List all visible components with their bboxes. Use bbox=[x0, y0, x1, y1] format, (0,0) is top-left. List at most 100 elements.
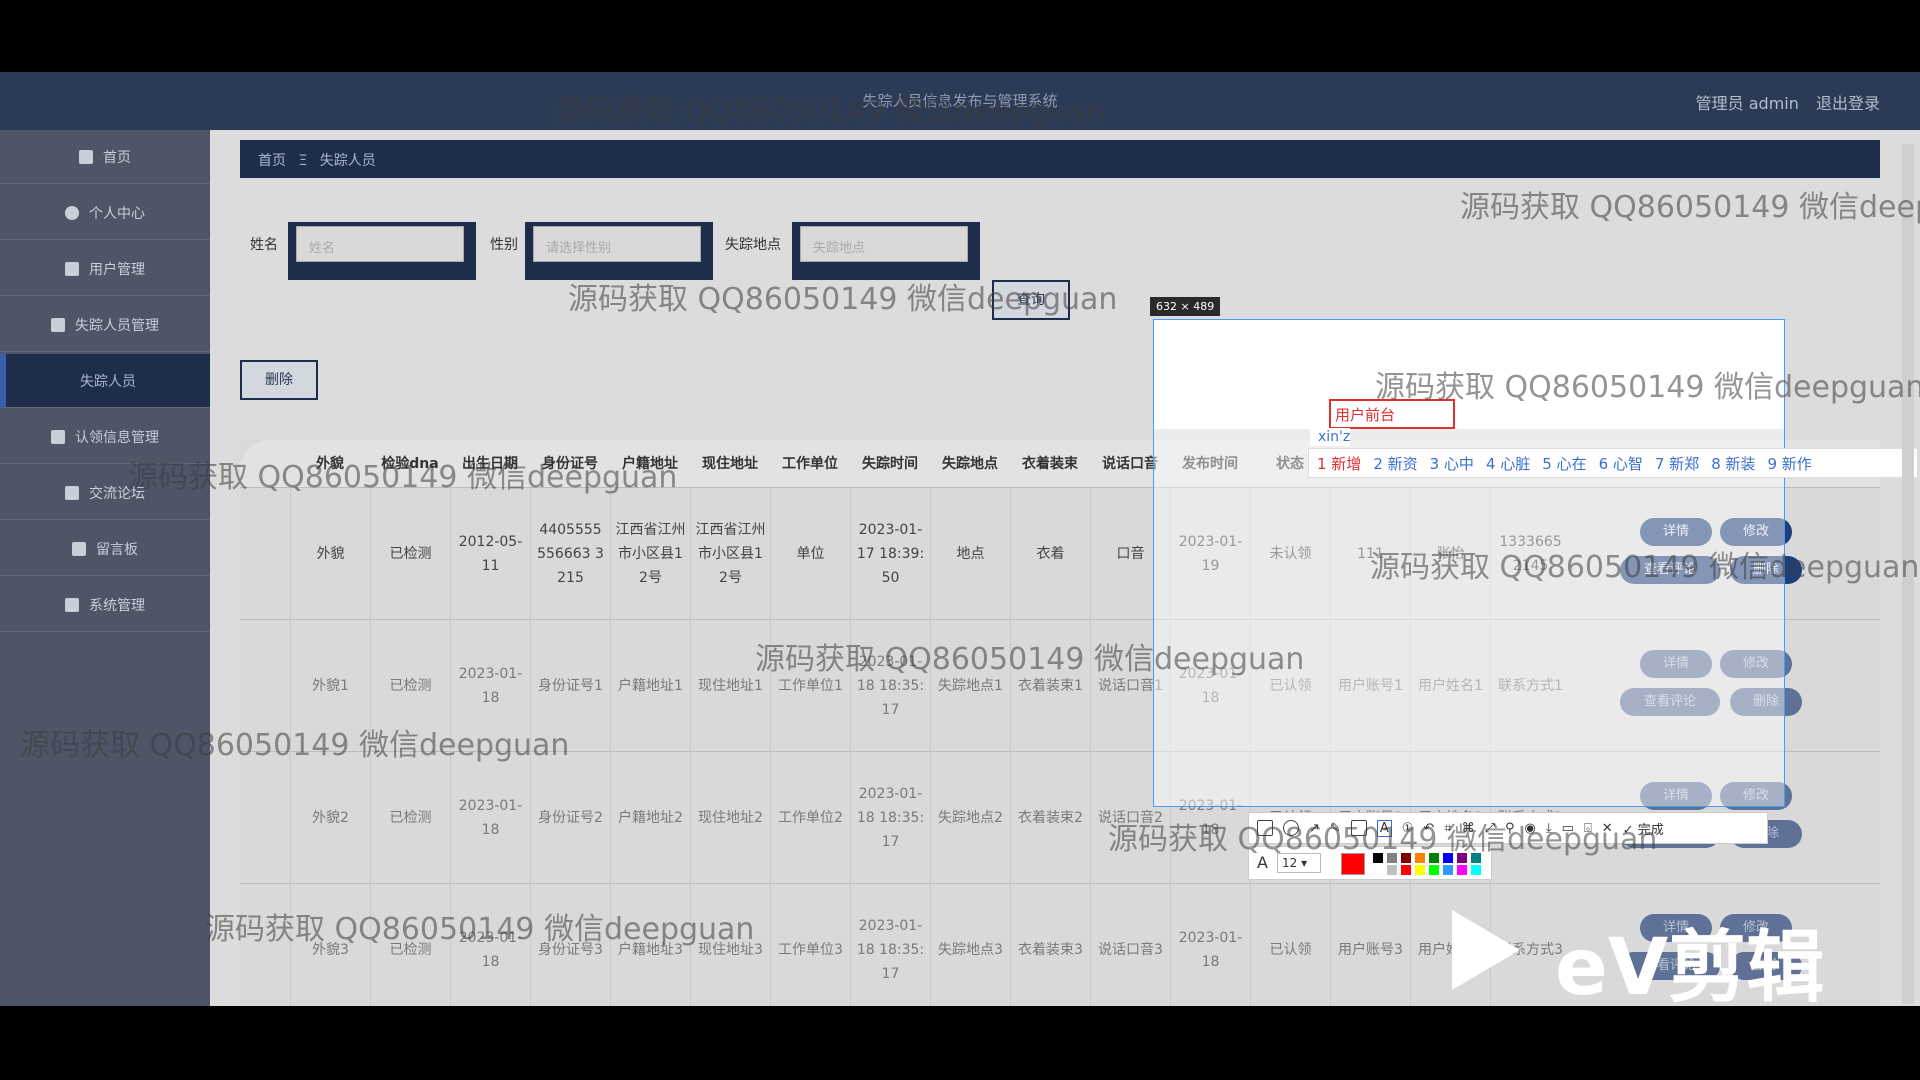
logout-link[interactable]: 退出登录 bbox=[1816, 94, 1880, 113]
sidebar-item-label: 认领信息管理 bbox=[75, 429, 159, 446]
name-label: 姓名 bbox=[250, 237, 278, 253]
gender-label: 性别 bbox=[490, 237, 518, 253]
table-cell: 2023-01-17 18:39:50 bbox=[850, 488, 930, 620]
sidebar-item-label: 用户管理 bbox=[89, 261, 145, 278]
table-cell: 衣着装束3 bbox=[1010, 884, 1090, 1006]
color-swatch[interactable] bbox=[1387, 865, 1397, 875]
ime-candidate[interactable]: 3 心中 bbox=[1430, 455, 1474, 473]
table-cell: 已检测 bbox=[370, 752, 450, 884]
ime-composition: xin'z bbox=[1310, 428, 1350, 446]
column-header: 失踪地点 bbox=[942, 456, 998, 472]
column-header: 衣着装束 bbox=[1022, 456, 1078, 472]
table-cell: 已检测 bbox=[370, 488, 450, 620]
watermark-text: 源码获取 QQ86050149 微信deepguan bbox=[555, 94, 1105, 129]
admin-label: 管理员 admin bbox=[1695, 94, 1799, 113]
color-swatch[interactable] bbox=[1443, 865, 1453, 875]
sidebar-item-label: 首页 bbox=[103, 149, 131, 166]
column-header: 现住地址 bbox=[702, 456, 758, 472]
home-icon bbox=[79, 149, 93, 164]
watermark-text: 源码获取 QQ86050149 微信deepguan bbox=[1375, 370, 1920, 405]
table-cell: 单位 bbox=[770, 488, 850, 620]
users-icon bbox=[65, 261, 79, 276]
admin-info: 管理员 admin 退出登录 bbox=[1684, 90, 1880, 114]
ime-candidate[interactable]: 2 新资 bbox=[1373, 455, 1417, 473]
grid-icon bbox=[51, 429, 65, 444]
table-cell: 2023-01-18 18:35:17 bbox=[850, 884, 930, 1006]
delete-button[interactable]: 删除 bbox=[240, 360, 318, 400]
table-cell: 江西省江州市小区县12号 bbox=[610, 488, 690, 620]
color-swatch[interactable] bbox=[1373, 865, 1383, 875]
sidebar-item-home[interactable]: 首页 bbox=[0, 130, 210, 184]
sidebar-item-missing-persons[interactable]: 失踪人员 bbox=[0, 354, 210, 408]
table-cell: 现住地址2 bbox=[690, 752, 770, 884]
gender-field-wrap: 请选择性别 bbox=[525, 222, 713, 280]
watermark-text: 源码获取 QQ86050149 微信deepguan bbox=[1108, 822, 1658, 857]
gender-select[interactable]: 请选择性别 bbox=[533, 226, 701, 262]
app-root: 失踪人员信息发布与管理系统 管理员 admin 退出登录 首页 个人中心 用户管… bbox=[0, 0, 1920, 1080]
table-cell: 2023-01-18 bbox=[1170, 884, 1250, 1006]
play-icon bbox=[1452, 910, 1520, 990]
watermark-text: 源码获取 QQ86050149 微信deepguan bbox=[128, 460, 678, 495]
ime-candidate[interactable]: 4 心脏 bbox=[1486, 455, 1530, 473]
table-cell: 工作单位3 bbox=[770, 884, 850, 1006]
table-cell: 用户账号3 bbox=[1330, 884, 1410, 1006]
name-input[interactable]: 姓名 bbox=[296, 226, 464, 262]
table-cell: 外貌2 bbox=[290, 752, 370, 884]
watermark-text: 源码获取 QQ86050149 微信deepguan bbox=[755, 642, 1305, 677]
table-cell: 户籍地址2 bbox=[610, 752, 690, 884]
sidebar-item-missing-mgmt[interactable]: 失踪人员管理 bbox=[0, 298, 210, 352]
ime-candidate[interactable]: 9 新作 bbox=[1768, 455, 1812, 473]
user-icon bbox=[65, 205, 79, 220]
table-cell: 说话口音3 bbox=[1090, 884, 1170, 1006]
table-cell: 衣着装束2 bbox=[1010, 752, 1090, 884]
watermark-text: 源码获取 QQ86050149 微信deepguan bbox=[568, 282, 1118, 317]
table-cell: 外貌 bbox=[290, 488, 370, 620]
breadcrumb-home[interactable]: 首页 bbox=[258, 153, 286, 169]
color-swatch[interactable] bbox=[1401, 865, 1411, 875]
table-cell: 地点 bbox=[930, 488, 1010, 620]
sidebar-item-label: 留言板 bbox=[96, 541, 138, 558]
color-swatch[interactable] bbox=[1457, 865, 1467, 875]
table-cell: 已认领 bbox=[1250, 884, 1330, 1006]
column-header: 失踪时间 bbox=[862, 456, 918, 472]
sidebar-item-profile[interactable]: 个人中心 bbox=[0, 186, 210, 240]
ime-candidate-bar: 1 新增 2 新资 3 心中 4 心脏 5 心在 6 心智 7 新郑 8 新装 9 新作 bbox=[1308, 448, 1918, 478]
place-input[interactable]: 失踪地点 bbox=[800, 226, 968, 262]
column-header: 工作单位 bbox=[782, 456, 838, 472]
capture-size-label: 632 × 489 bbox=[1150, 297, 1221, 316]
sidebar-item-label: 个人中心 bbox=[89, 205, 145, 222]
table-cell: 身份证号2 bbox=[530, 752, 610, 884]
breadcrumb-current: 失踪人员 bbox=[319, 153, 376, 169]
sidebar-item-label: 失踪人员管理 bbox=[75, 317, 159, 334]
color-swatch[interactable] bbox=[1429, 865, 1439, 875]
ime-candidate[interactable]: 6 心智 bbox=[1599, 455, 1643, 473]
table-cell: 江西省江州市小区县12号 bbox=[690, 488, 770, 620]
table-cell: 失踪地点2 bbox=[930, 752, 1010, 884]
table-cell: 2023-01-18 18:35:17 bbox=[850, 752, 930, 884]
breadcrumb: 首页 Ξ 失踪人员 bbox=[240, 140, 1880, 178]
ime-candidate[interactable]: 7 新郑 bbox=[1655, 455, 1699, 473]
grid-icon bbox=[65, 485, 79, 500]
ime-candidate[interactable]: 1 新增 bbox=[1317, 455, 1361, 473]
sidebar-item-messages[interactable]: 留言板 bbox=[0, 522, 210, 576]
sidebar-item-users[interactable]: 用户管理 bbox=[0, 242, 210, 296]
ime-candidate[interactable]: 5 心在 bbox=[1542, 455, 1586, 473]
name-field-wrap: 姓名 bbox=[288, 222, 476, 280]
table-cell: 4405555556663 3215 bbox=[530, 488, 610, 620]
sidebar: 首页 个人中心 用户管理 失踪人员管理 失踪人员 认领信息管理 交流论坛 留言板… bbox=[0, 130, 210, 1006]
watermark-text: 源码获取 QQ86050149 微信deepguan bbox=[20, 728, 570, 763]
table-cell: 衣着 bbox=[1010, 488, 1090, 620]
font-size-value: 12 bbox=[1282, 856, 1298, 870]
video-brand-logo: eV剪辑 bbox=[1555, 923, 1825, 1013]
watermark-text: 源码获取 QQ86050149 微信deepguan bbox=[1370, 550, 1920, 585]
monitor-icon bbox=[72, 541, 86, 556]
sidebar-item-system[interactable]: 系统管理 bbox=[0, 578, 210, 632]
table-cell: 2012-05-11 bbox=[450, 488, 530, 620]
table-cell: 工作单位2 bbox=[770, 752, 850, 884]
watermark-text: 源码获取 QQ86050149 微信deepguan bbox=[205, 912, 755, 947]
color-swatch[interactable] bbox=[1471, 865, 1481, 875]
watermark-text: 源码获取 QQ86050149 微信deepguan bbox=[1460, 190, 1920, 225]
table-cell: 2023-01-18 bbox=[450, 752, 530, 884]
ime-candidate[interactable]: 8 新装 bbox=[1711, 455, 1755, 473]
color-swatch[interactable] bbox=[1415, 865, 1425, 875]
